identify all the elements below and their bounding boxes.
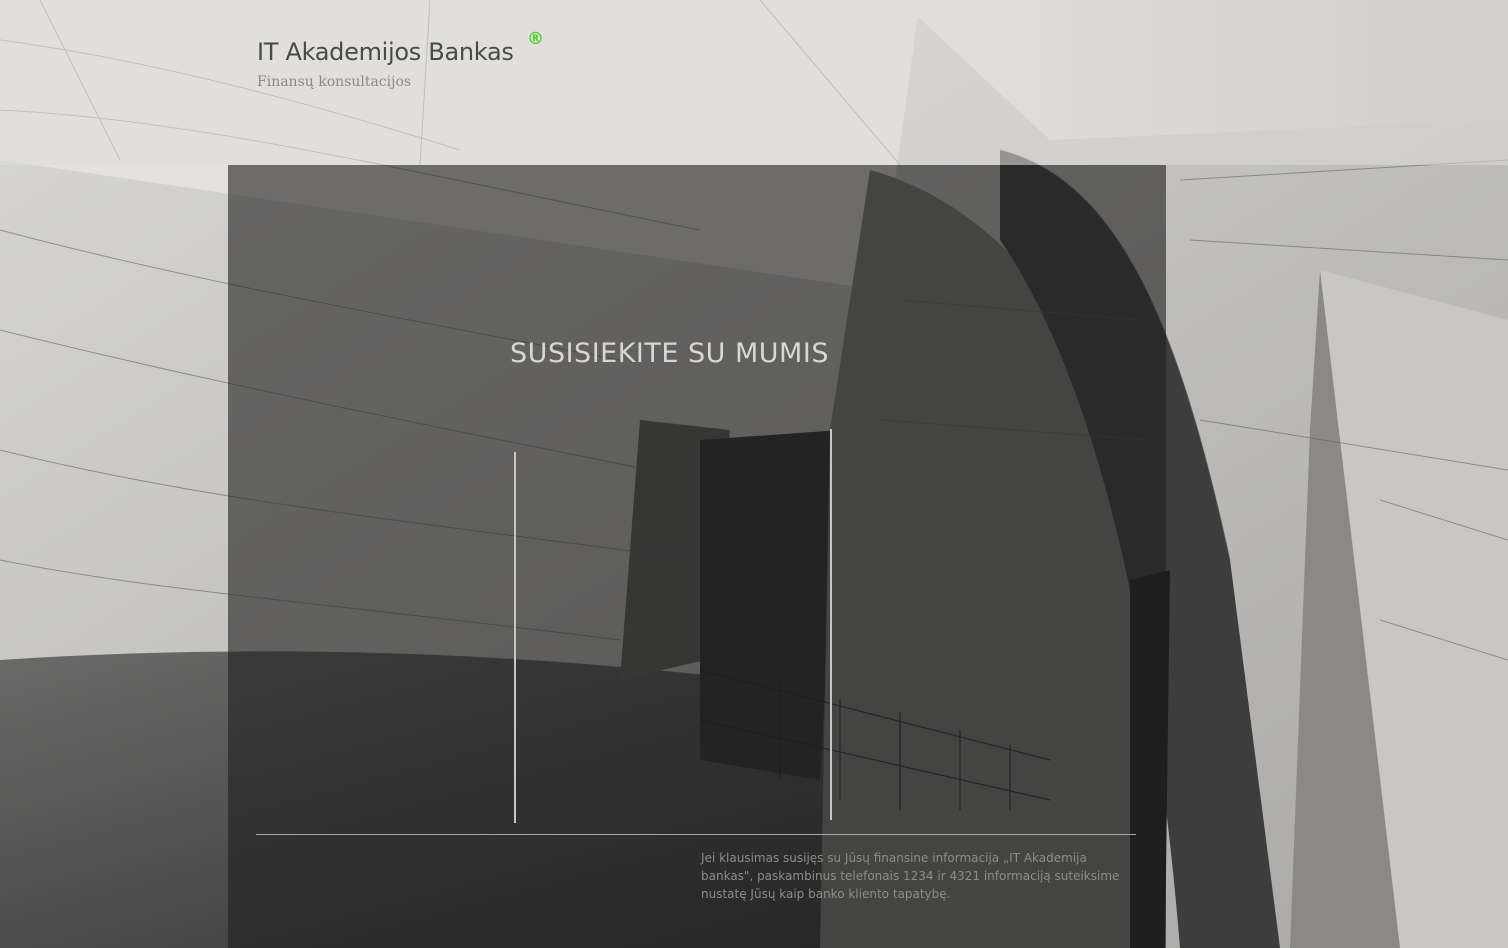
brand-logo-text[interactable]: IT Akademijos Bankas [257,38,514,66]
page-title: SUSISIEKITE SU MUMIS [510,338,829,369]
horizontal-divider [256,834,1136,835]
brand-tagline: Finansų konsultacijos [257,74,412,90]
contact-info-text: Jei klausimas susijęs su Jūsų finansine … [701,851,1120,901]
decorative-vertical-line-left [514,452,516,823]
page: IT Akademijos Bankas ® Finansų konsultac… [0,0,1508,948]
registered-trademark-icon: ® [527,29,544,49]
header-band: IT Akademijos Bankas ® Finansų konsultac… [0,0,1508,165]
contact-panel: SUSISIEKITE SU MUMIS Jei klausimas susij… [228,165,1166,948]
decorative-vertical-line-right [830,429,832,820]
